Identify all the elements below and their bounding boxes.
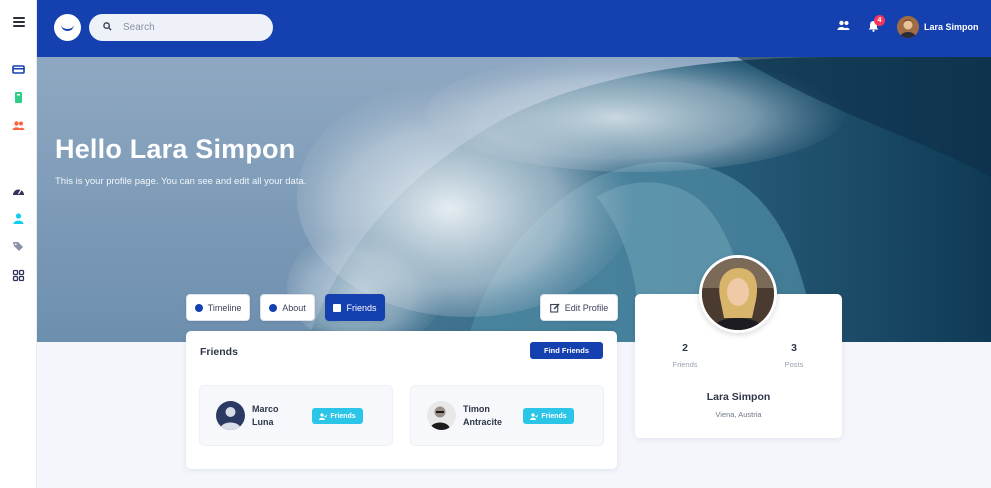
hero-banner: Hello Lara Simpon This is your profile p… bbox=[37, 57, 991, 342]
tab-timeline[interactable]: Timeline bbox=[186, 294, 250, 321]
wave-background-image bbox=[37, 57, 991, 342]
user-check-icon bbox=[319, 412, 328, 420]
friends-count-label: Friends bbox=[672, 360, 698, 369]
top-navbar: 4 Lara Simpon bbox=[37, 0, 991, 57]
sidebar bbox=[0, 0, 37, 488]
tags-icon[interactable] bbox=[12, 240, 25, 253]
user-check-icon bbox=[530, 412, 539, 420]
brand-logo[interactable] bbox=[54, 14, 81, 41]
posts-count-label: Posts bbox=[784, 360, 804, 369]
profile-name: Lara Simpon bbox=[706, 391, 771, 403]
tab-label: About bbox=[282, 302, 306, 313]
hero-title: Hello Lara Simpon bbox=[55, 134, 296, 164]
book-icon[interactable] bbox=[12, 91, 25, 104]
friend-status-label: Friends bbox=[330, 412, 356, 420]
friend-name[interactable]: Marco Luna bbox=[252, 403, 302, 429]
search-box[interactable] bbox=[89, 14, 273, 41]
friend-status-button[interactable]: Friends bbox=[523, 408, 574, 424]
profile-avatar[interactable] bbox=[699, 255, 777, 333]
hero-subtitle: This is your profile page. You can see a… bbox=[55, 176, 307, 187]
find-friends-button[interactable]: Find Friends bbox=[530, 342, 603, 359]
friend-status-button[interactable]: Friends bbox=[312, 408, 363, 424]
edit-profile-button[interactable]: Edit Profile bbox=[540, 294, 618, 321]
user-name[interactable]: Lara Simpon bbox=[924, 22, 979, 32]
tab-label: Friends bbox=[346, 302, 377, 313]
friends-count: 2 bbox=[682, 342, 688, 354]
friend-avatar[interactable] bbox=[216, 401, 245, 430]
tab-label: Timeline bbox=[207, 302, 242, 313]
friends-card: Friends Find Friends Marco Luna Friends … bbox=[186, 331, 617, 469]
friend-item: Timon Antracite Friends bbox=[410, 385, 604, 446]
timeline-icon bbox=[194, 303, 203, 312]
posts-count: 3 bbox=[791, 342, 797, 354]
friend-avatar[interactable] bbox=[427, 401, 456, 430]
edit-icon bbox=[549, 302, 560, 313]
components-icon[interactable] bbox=[12, 269, 25, 282]
notification-badge: 4 bbox=[874, 15, 885, 26]
tab-friends[interactable]: Friends bbox=[325, 294, 385, 321]
users-icon[interactable] bbox=[12, 119, 25, 132]
friend-status-label: Friends bbox=[541, 412, 567, 420]
search-input[interactable] bbox=[123, 14, 263, 41]
friend-item: Marco Luna Friends bbox=[199, 385, 393, 446]
friend-name[interactable]: Timon Antracite bbox=[463, 403, 513, 429]
users-nav-icon[interactable] bbox=[837, 20, 850, 31]
edit-profile-label: Edit Profile bbox=[564, 302, 609, 313]
friends-card-title: Friends bbox=[200, 346, 238, 358]
user-avatar[interactable] bbox=[897, 16, 919, 38]
user-circle-icon bbox=[269, 303, 278, 312]
menu-toggle-icon[interactable] bbox=[13, 17, 25, 29]
tab-about[interactable]: About bbox=[260, 294, 315, 321]
dashboard-icon[interactable] bbox=[12, 185, 25, 198]
user-icon[interactable] bbox=[12, 212, 25, 225]
profile-location: Viena, Austria bbox=[715, 410, 762, 419]
credit-card-icon[interactable] bbox=[12, 63, 25, 76]
friends-folder-icon bbox=[333, 303, 342, 312]
search-icon bbox=[103, 22, 112, 31]
